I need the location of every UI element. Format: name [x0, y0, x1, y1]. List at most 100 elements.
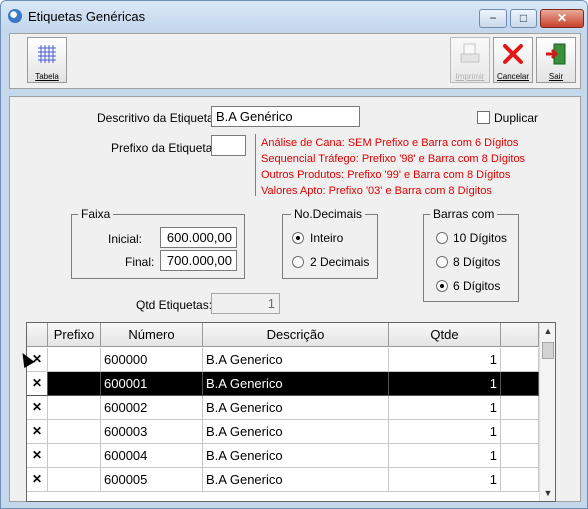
cell-descricao[interactable]: B.A Generico: [203, 396, 389, 420]
descritivo-label: Descritivo da Etiqueta:: [97, 111, 218, 125]
8-digitos-radio[interactable]: [436, 256, 448, 268]
6-digitos-label: 6 Dígitos: [453, 279, 501, 293]
cell-numero[interactable]: 600005: [101, 468, 203, 492]
cell-numero[interactable]: 600001: [101, 372, 203, 396]
cell-qtde[interactable]: 1: [389, 348, 501, 372]
10-digitos-label: 10 Dígitos: [453, 231, 508, 245]
duplicar-label: Duplicar: [494, 111, 539, 125]
qtd-label: Qtd Etiquetas:: [136, 298, 213, 312]
cell-qtde[interactable]: 1: [389, 372, 501, 396]
cancel-x-icon: [501, 42, 525, 66]
cell-descricao[interactable]: B.A Generico: [203, 348, 389, 372]
faixa-title: Faixa: [78, 207, 114, 221]
sair-button[interactable]: Sair: [536, 37, 576, 83]
inteiro-radio[interactable]: [292, 232, 304, 244]
sair-label: Sair: [548, 72, 564, 81]
grid-corner: [27, 323, 48, 347]
cell-qtde[interactable]: 1: [389, 396, 501, 420]
cell-prefixo[interactable]: [48, 468, 101, 492]
qtd-input: 1: [211, 293, 280, 314]
10-digitos-radio[interactable]: [436, 232, 448, 244]
cell-numero[interactable]: 600000: [101, 348, 203, 372]
tabela-label: Tabela: [35, 72, 59, 81]
cell-filler: [501, 444, 539, 468]
grid-icon: [35, 42, 59, 66]
cell-descricao[interactable]: B.A Generico: [203, 444, 389, 468]
toolbar: Tabela Imprimir Cancelar Sair: [9, 33, 581, 89]
cell-filler: [501, 420, 539, 444]
8-digitos-label: 8 Dígitos: [453, 255, 501, 269]
scroll-up-icon[interactable]: ▲: [540, 323, 555, 339]
cell-qtde[interactable]: 1: [389, 444, 501, 468]
column-header-filler: [501, 323, 539, 347]
2-decimais-label: 2 Decimais: [310, 255, 370, 269]
cancelar-label: Cancelar: [496, 72, 529, 81]
column-header-prefixo[interactable]: Prefixo: [48, 323, 101, 347]
cell-filler: [501, 348, 539, 372]
barras-group: Barras com 10 Dígitos 8 Dígitos 6 Dígito…: [423, 207, 519, 302]
form-panel: Descritivo da Etiqueta: B.A Genérico Dup…: [9, 96, 581, 502]
table-row[interactable]: ✕ 600000 B.A Generico 1: [27, 348, 539, 372]
printer-icon: [458, 42, 482, 66]
cell-numero[interactable]: 600004: [101, 444, 203, 468]
table-row-selected[interactable]: ✕ 600001 B.A Generico 1: [27, 372, 539, 396]
cell-prefixo[interactable]: [48, 444, 101, 468]
decimais-group: No.Decimais Inteiro 2 Decimais: [282, 207, 378, 279]
hint-line: Outros Produtos: Prefixo '99' e Barra co…: [261, 169, 511, 181]
row-mark-icon[interactable]: ✕: [27, 396, 48, 420]
row-mark-icon[interactable]: ✕: [27, 468, 48, 492]
scroll-down-icon[interactable]: ▼: [540, 485, 555, 501]
close-button[interactable]: ✕: [540, 9, 584, 28]
cell-descricao[interactable]: B.A Generico: [203, 468, 389, 492]
duplicar-checkbox[interactable]: [477, 111, 490, 124]
tabela-button[interactable]: Tabela: [27, 37, 67, 83]
etiquetas-grid[interactable]: Prefixo Número Descrição Qtde ✕ 600000 B…: [26, 322, 556, 502]
inteiro-label: Inteiro: [310, 231, 344, 245]
final-input[interactable]: 700.000,00: [160, 250, 237, 271]
cancelar-button[interactable]: Cancelar: [493, 37, 533, 83]
hint-line: Análise de Cana: SEM Prefixo e Barra com…: [261, 137, 519, 149]
2-decimais-radio[interactable]: [292, 256, 304, 268]
cell-descricao[interactable]: B.A Generico: [203, 420, 389, 444]
prefixo-input[interactable]: [211, 135, 246, 156]
decimais-title: No.Decimais: [291, 207, 366, 221]
column-header-descricao[interactable]: Descrição: [203, 323, 389, 347]
minimize-button[interactable]: −: [479, 9, 507, 28]
descritivo-input[interactable]: B.A Genérico: [211, 106, 360, 127]
table-row[interactable]: ✕ 600005 B.A Generico 1: [27, 468, 539, 492]
row-mark-icon[interactable]: ✕: [27, 420, 48, 444]
cell-filler: [501, 396, 539, 420]
inicial-input[interactable]: 600.000,00: [160, 227, 237, 248]
cell-prefixo[interactable]: [48, 420, 101, 444]
column-header-qtde[interactable]: Qtde: [389, 323, 501, 347]
scroll-thumb[interactable]: [542, 342, 554, 359]
cell-qtde[interactable]: 1: [389, 468, 501, 492]
table-row[interactable]: ✕ 600004 B.A Generico 1: [27, 444, 539, 468]
imprimir-label: Imprimir: [455, 72, 485, 81]
barras-title: Barras com: [430, 207, 498, 221]
table-row[interactable]: ✕ 600002 B.A Generico 1: [27, 396, 539, 420]
final-label: Final:: [125, 255, 155, 269]
table-row[interactable]: ✕ 600003 B.A Generico 1: [27, 420, 539, 444]
cell-descricao[interactable]: B.A Generico: [203, 372, 389, 396]
cell-numero[interactable]: 600002: [101, 396, 203, 420]
grid-vertical-scrollbar[interactable]: ▲ ▼: [539, 323, 555, 501]
cell-qtde[interactable]: 1: [389, 420, 501, 444]
main-window: Etiquetas Genéricas − □ ✕ Tabela Imprimi…: [0, 0, 588, 509]
cell-prefixo[interactable]: [48, 348, 101, 372]
cell-filler: [501, 372, 539, 396]
imprimir-button[interactable]: Imprimir: [450, 37, 490, 83]
title-bar[interactable]: Etiquetas Genéricas − □ ✕: [1, 1, 587, 32]
cell-prefixo[interactable]: [48, 372, 101, 396]
cell-filler: [501, 468, 539, 492]
column-header-numero[interactable]: Número: [101, 323, 203, 347]
6-digitos-radio[interactable]: [436, 280, 448, 292]
exit-door-icon: [544, 42, 568, 66]
maximize-button[interactable]: □: [510, 9, 537, 28]
prefixo-label: Prefixo da Etiqueta:: [111, 141, 216, 155]
cell-numero[interactable]: 600003: [101, 420, 203, 444]
row-mark-icon[interactable]: ✕: [27, 444, 48, 468]
cell-prefixo[interactable]: [48, 396, 101, 420]
faixa-group: Faixa Inicial: 600.000,00 Final: 700.000…: [71, 207, 245, 279]
row-mark-icon[interactable]: ✕: [27, 372, 48, 396]
